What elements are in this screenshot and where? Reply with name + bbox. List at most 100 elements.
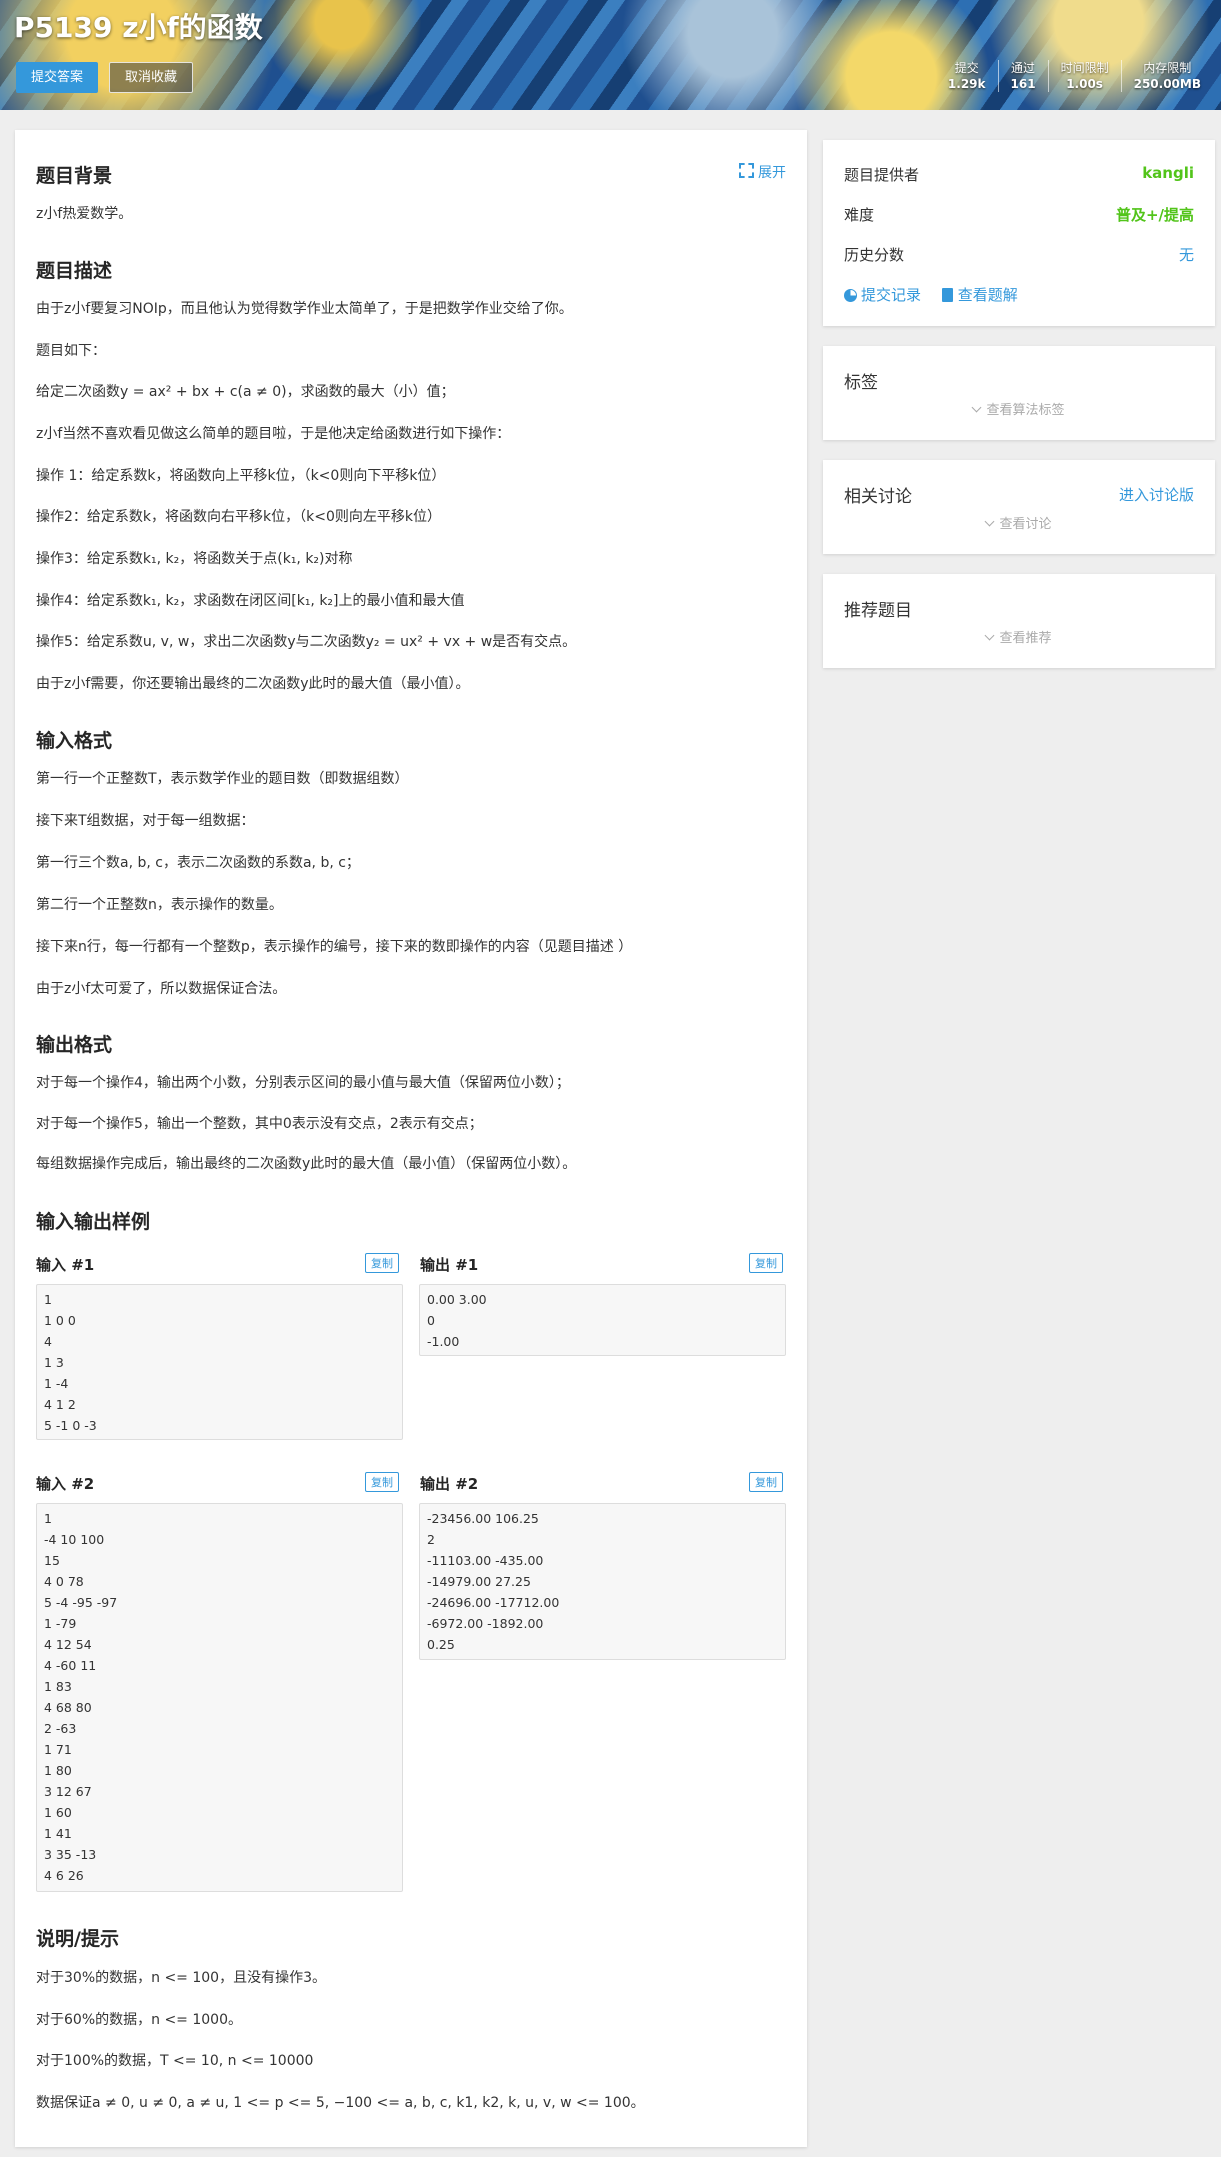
input-format-line: 第一行一个正整数T，表示数学作业的题目数（即数据组数） — [36, 771, 409, 787]
show-discussion-toggle[interactable]: 查看讨论 — [823, 513, 1215, 532]
sample-line: 0 — [427, 1313, 435, 1328]
difficulty-row: 难度 普及+/提高 — [844, 206, 1194, 224]
input-format-line: 接下来n行，每一行都有一个整数p，表示操作的编号，接下来的数即操作的内容（见题目… — [36, 939, 633, 955]
section-samples-title: 输入输出样例 — [36, 1211, 151, 1233]
copy-input-1-button[interactable]: 复制 — [365, 1253, 399, 1273]
unfavorite-button[interactable]: 取消收藏 — [109, 62, 194, 93]
recommend-card: 推荐题目 查看推荐 — [823, 574, 1215, 668]
sample-input-2[interactable]: 1 -4 10 100 15 4 0 78 5 -4 -95 -97 1 -79 4 12 … — [36, 1503, 403, 1892]
history-score-value: 无 — [1178, 246, 1194, 264]
chevron-down-icon — [972, 402, 982, 413]
sample-line: 1 83 — [44, 1679, 72, 1694]
section-background-title: 题目背景 — [36, 165, 113, 187]
discussion-card: 相关讨论 进入讨论版 查看讨论 — [823, 460, 1215, 554]
output-format-line: 每组数据操作完成后，输出最终的二次函数y此时的最大值（最小值）（保留两位小数）。 — [36, 1156, 577, 1172]
sample-line: 4 — [44, 1334, 52, 1349]
sample-line: -1.00 — [427, 1334, 460, 1349]
sample-line: -6972.00 -1892.00 — [427, 1616, 544, 1631]
stat-memory-limit: 内存限制 250.00MB — [1120, 60, 1213, 92]
description-line: 给定二次函数y = ax² + bx + c(a ≠ 0)，求函数的最大（小）值… — [36, 384, 455, 400]
sample-line: 1 -79 — [44, 1616, 77, 1631]
sample-output-1-label: 输出 #1 — [420, 1256, 479, 1274]
sample-line: 0.00 3.00 — [427, 1292, 487, 1307]
problem-stats: 提交 1.29k 通过 161 时间限制 1.00s 内存限制 250.00MB — [936, 60, 1213, 92]
discussion-title: 相关讨论 — [844, 487, 912, 507]
chevron-down-icon — [985, 516, 995, 527]
sample-input-2-label: 输入 #2 — [36, 1475, 95, 1493]
input-format-line: 由于z小f太可爱了，所以数据保证合法。 — [36, 981, 287, 997]
provider-row: 题目提供者 kangli — [844, 164, 1194, 184]
sample-line: 4 68 80 — [44, 1700, 92, 1715]
sample-line: 1 0 0 — [44, 1313, 76, 1328]
sample-line: 1 3 — [44, 1355, 64, 1370]
sample-line: 3 35 -13 — [44, 1847, 97, 1862]
sample-output-2-label: 输出 #2 — [420, 1475, 479, 1493]
sample-line: 1 71 — [44, 1742, 72, 1757]
sample-output-1[interactable]: 0.00 3.00 0 -1.00 — [419, 1284, 786, 1356]
sample-line: 4 1 2 — [44, 1397, 76, 1412]
description-line: z小f当然不喜欢看见做这么简单的题目啦，于是他决定给函数进行如下操作： — [36, 426, 511, 442]
sample-line: 1 80 — [44, 1763, 72, 1778]
provider-link[interactable]: kangli — [1142, 164, 1194, 182]
hint-line: 对于30%的数据，n <= 100，且没有操作3。 — [36, 1970, 326, 1986]
sample-line: 1 — [44, 1511, 52, 1526]
section-hint-title: 说明/提示 — [36, 1928, 119, 1950]
background-text: z小f热爱数学。 — [36, 206, 133, 222]
description-line: 由于z小f要复习NOIp，而且他认为觉得数学作业太简单了，于是把数学作业交给了你… — [36, 301, 573, 317]
description-line: 操作2：给定系数k，将函数向右平移k位，（k<0则向左平移k位） — [36, 509, 441, 525]
input-format-line: 第二行一个正整数n，表示操作的数量。 — [36, 897, 283, 913]
stat-submissions: 提交 1.29k — [947, 61, 986, 91]
input-format-line: 接下来T组数据，对于每一组数据： — [36, 813, 255, 829]
sample-line: -11103.00 -435.00 — [427, 1553, 544, 1568]
expand-icon — [739, 163, 754, 178]
sidebar-links: 提交记录 查看题解 — [844, 284, 1194, 305]
sample-line: 4 12 54 — [44, 1637, 92, 1652]
section-input-format-title: 输入格式 — [36, 730, 113, 752]
enter-discussion-link[interactable]: 进入讨论版 — [1119, 484, 1194, 505]
description-line: 操作3：给定系数k₁, k₂，将函数关于点(k₁, k₂)对称 — [36, 551, 353, 567]
submission-records-link[interactable]: 提交记录 — [844, 286, 921, 304]
copy-input-2-button[interactable]: 复制 — [365, 1472, 399, 1492]
section-output-format-title: 输出格式 — [36, 1034, 113, 1056]
copy-output-1-button[interactable]: 复制 — [749, 1253, 783, 1273]
sample-line: 3 12 67 — [44, 1784, 92, 1799]
expand-button[interactable]: 展开 — [739, 162, 786, 182]
sample-line: 4 0 78 — [44, 1574, 84, 1589]
sample-input-1[interactable]: 1 1 0 0 4 1 3 1 -4 4 1 2 5 -1 0 -3 — [36, 1284, 403, 1440]
section-description-title: 题目描述 — [36, 260, 113, 282]
output-format-line: 对于每一个操作5，输出一个整数，其中0表示没有交点，2表示有交点； — [36, 1116, 483, 1132]
sample-line: 0.25 — [427, 1637, 455, 1652]
hint-line: 对于100%的数据，T <= 10, n <= 10000 — [36, 2053, 314, 2069]
sample-line: 15 — [44, 1553, 60, 1568]
sample-line: 4 6 26 — [44, 1868, 84, 1883]
tags-title: 标签 — [844, 373, 878, 393]
description-line: 题目如下： — [36, 343, 106, 359]
sample-output-2[interactable]: -23456.00 106.25 2 -11103.00 -435.00 -14979… — [419, 1503, 786, 1660]
sample-line: 4 -60 11 — [44, 1658, 97, 1673]
show-recommend-toggle[interactable]: 查看推荐 — [823, 627, 1215, 646]
sample-line: -24696.00 -17712.00 — [427, 1595, 560, 1610]
stat-time-limit: 时间限制 1.00s — [1047, 60, 1121, 92]
sample-line: 1 41 — [44, 1826, 72, 1841]
header-banner: P5139 z小f的函数 提交答案 取消收藏 提交 1.29k 通过 161 时间限… — [0, 0, 1221, 110]
view-solutions-link[interactable]: 查看题解 — [941, 286, 1018, 304]
description-line: 操作4：给定系数k₁, k₂，求函数在闭区间[k₁, k₂]上的最小值和最大值 — [36, 593, 465, 609]
sample-line: 1 — [44, 1292, 52, 1307]
submit-answer-button[interactable]: 提交答案 — [16, 62, 99, 93]
output-format-line: 对于每一个操作4，输出两个小数，分别表示区间的最小值与最大值（保留两位小数）； — [36, 1075, 570, 1091]
sample-line: -14979.00 27.25 — [427, 1574, 531, 1589]
sample-line: 2 — [427, 1532, 435, 1547]
sample-input-1-label: 输入 #1 — [36, 1256, 95, 1274]
sample-line: 5 -4 -95 -97 — [44, 1595, 118, 1610]
stat-accepted: 通过 161 — [997, 60, 1048, 92]
problem-info-card: 题目提供者 kangli 难度 普及+/提高 历史分数 无 提交记录 查看题解 — [823, 140, 1215, 326]
sample-line: 5 -1 0 -3 — [44, 1418, 97, 1433]
history-score-row: 历史分数 无 — [844, 246, 1194, 264]
chevron-down-icon — [985, 630, 995, 641]
difficulty-value: 普及+/提高 — [1115, 206, 1194, 224]
pie-chart-icon — [844, 289, 857, 302]
show-tags-toggle[interactable]: 查看算法标签 — [823, 399, 1215, 418]
hint-line: 对于60%的数据，n <= 1000。 — [36, 2012, 242, 2028]
description-line: 操作 1：给定系数k，将函数向上平移k位，（k<0则向下平移k位） — [36, 468, 446, 484]
copy-output-2-button[interactable]: 复制 — [749, 1472, 783, 1492]
